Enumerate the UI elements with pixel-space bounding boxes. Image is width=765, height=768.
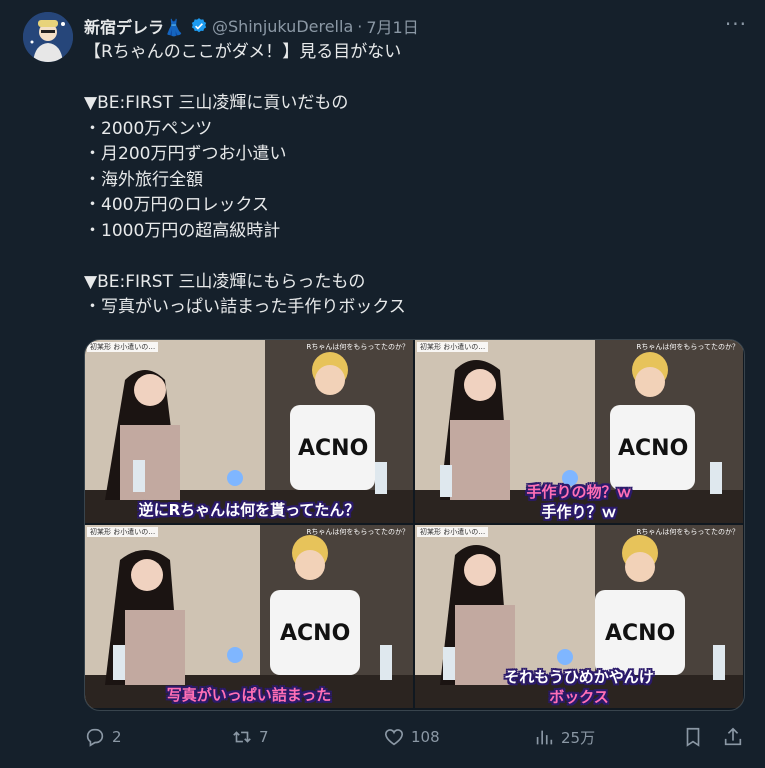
tweet-header: 新宿デレラ👗 @ShinjukuDerella · 7月1日 (84, 14, 419, 38)
share-icon (724, 727, 742, 746)
reply-button[interactable]: 2 (84, 726, 122, 748)
tweet-text-line: ▼BE:FIRST 三山凌輝に貢いだもの (84, 93, 349, 113)
bookmark-icon (686, 727, 700, 747)
more-options-icon[interactable]: ··· (725, 12, 747, 36)
separator-dot: · (357, 16, 363, 36)
avatar-illustration (23, 12, 73, 62)
topic-tag: Rちゃんは何をもらってたのか？ (636, 343, 739, 351)
svg-text:ACNO: ACNO (280, 621, 350, 646)
caption-2b: 手作り？ｗ (541, 503, 617, 521)
author-avatar[interactable] (23, 12, 73, 62)
svg-text:ACNO: ACNO (605, 621, 675, 646)
tweet-text-line: ・400万円のロレックス (84, 195, 269, 215)
caption-3: 写真がいっぱい詰まった (166, 686, 332, 704)
caption-2a: 手作りの物？ｗ (526, 483, 632, 501)
tweet-text: 【Rちゃんのここがダメ！】見る目がない ▼BE:FIRST 三山凌輝に貢いだもの・… (84, 40, 744, 321)
program-tag: 初某形 お小遣いの… (417, 527, 489, 537)
topic-tag: Rちゃんは何をもらってたのか？ (306, 528, 409, 536)
like-count: 108 (411, 728, 440, 746)
topic-tag: Rちゃんは何をもらってたのか？ (306, 343, 409, 351)
view-count: 25万 (561, 728, 596, 747)
tweet-actions: 2 7 108 25万 (0, 726, 765, 754)
tweet-date[interactable]: 7月1日 (366, 14, 418, 38)
video-still-1: ACNO (85, 340, 413, 523)
verified-badge-icon (191, 18, 207, 33)
media-panel-4[interactable]: ACNO 初某形 お小遣いの… Rちゃんは何をもらってたのか？ それもうひめかや… (415, 525, 743, 708)
program-tag: 初某形 お小遣いの… (87, 342, 159, 352)
tweet-text-line: ・1000万円の超高級時計 (84, 220, 281, 241)
tweet-text-line: ・月200万円ずつお小遣い (84, 144, 287, 164)
caption-1: 逆にRちゃんは何を貰ってたん？ (138, 501, 360, 519)
program-tag: 初某形 お小遣いの… (417, 342, 489, 352)
tweet-text-line: ・2000万ペンツ (84, 118, 213, 139)
media-panel-2[interactable]: ACNO 初某形 お小遣いの… Rちゃんは何をもらってたのか？ 手作りの物？ｗ … (415, 340, 743, 523)
caption-4b: ボックス (549, 688, 609, 706)
video-still-3: ACNO (85, 525, 413, 708)
tweet-text-line: ・海外旅行全額 (84, 169, 203, 190)
author-handle[interactable]: @ShinjukuDerella (212, 17, 353, 36)
retweet-button[interactable]: 7 (231, 726, 269, 748)
tweet-media[interactable]: ACNO 初某形 お小遣いの… Rちゃんは何をもらってたのか？ 逆にRちゃんは何… (84, 339, 745, 711)
svg-text:ACNO: ACNO (618, 436, 688, 461)
views-chart-icon (536, 730, 553, 745)
author-name[interactable]: 新宿デレラ👗 (84, 14, 184, 38)
bookmark-button[interactable] (682, 726, 704, 748)
tweet-text-line: ▼BE:FIRST 三山凌輝にもらったもの (84, 271, 366, 292)
reply-count: 2 (112, 728, 122, 746)
tweet-text-line: ・写真がいっぱい詰まった手作りボックス (84, 297, 406, 317)
program-tag: 初某形 お小遣いの… (87, 527, 159, 537)
media-panel-1[interactable]: ACNO 初某形 お小遣いの… Rちゃんは何をもらってたのか？ 逆にRちゃんは何… (85, 340, 413, 523)
tweet-text-line: 【Rちゃんのここがダメ！】見る目がない (84, 42, 402, 62)
topic-tag: Rちゃんは何をもらってたのか？ (636, 528, 739, 536)
like-button[interactable]: 108 (383, 726, 440, 748)
retweet-icon (233, 731, 251, 743)
svg-text:ACNO: ACNO (298, 436, 368, 461)
heart-icon (384, 729, 404, 746)
reply-icon (86, 728, 104, 747)
share-button[interactable] (722, 726, 744, 748)
caption-4a: それもうひめかやんけ (504, 668, 654, 686)
media-panel-3[interactable]: ACNO 初某形 お小遣いの… Rちゃんは何をもらってたのか？ 写真がいっぱい詰… (85, 525, 413, 708)
retweet-count: 7 (259, 728, 269, 746)
views-button[interactable]: 25万 (533, 726, 595, 748)
